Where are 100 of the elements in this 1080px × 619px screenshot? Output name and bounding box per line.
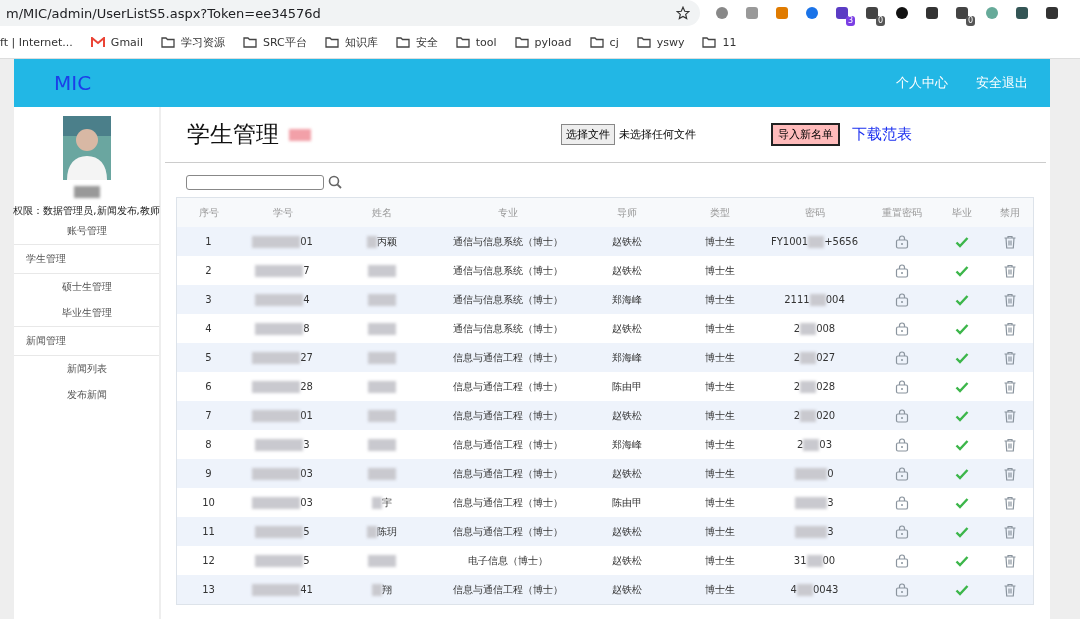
table-cell-text: 信息与通信工程（博士） — [451, 437, 564, 452]
table-cell-text: 博士生 — [704, 350, 736, 365]
bookmark-link[interactable]: ft | Internet... — [0, 35, 73, 49]
circle-icon[interactable] — [714, 5, 730, 21]
table-cell-text: 4 — [204, 323, 213, 334]
menu-item[interactable]: 毕业生管理 — [14, 300, 159, 326]
menu-group[interactable]: 新闻管理 — [14, 326, 159, 356]
bookmark-link[interactable]: Gmail — [90, 35, 143, 49]
lock-icon[interactable] — [895, 524, 909, 539]
table-cell: 00 — [822, 555, 836, 566]
bookmark-link[interactable]: cj — [589, 35, 619, 49]
check-icon[interactable] — [955, 408, 969, 423]
bookmark-link[interactable]: SRC平台 — [242, 34, 307, 50]
trash-icon[interactable] — [1002, 321, 1017, 336]
column-header: 密码 — [803, 205, 826, 220]
redaction-mark — [795, 467, 828, 480]
menu-item[interactable]: 硕士生管理 — [14, 274, 159, 300]
lock-icon[interactable] — [895, 582, 909, 597]
trash-icon[interactable] — [1002, 495, 1017, 510]
bookmark-link[interactable]: 知识库 — [324, 34, 378, 50]
check-icon[interactable] — [955, 379, 969, 394]
check-icon[interactable] — [955, 292, 969, 307]
trash-icon[interactable] — [1002, 437, 1017, 452]
table-cell-text: 通信与信息系统（博士） — [451, 234, 564, 249]
trash-icon[interactable] — [1002, 263, 1017, 278]
check-icon[interactable] — [955, 350, 969, 365]
check-icon[interactable] — [955, 582, 969, 597]
lock-icon[interactable] — [895, 350, 909, 365]
table-cell-text: 赵铁松 — [610, 321, 643, 336]
star-icon[interactable] — [676, 6, 690, 20]
redaction-mark — [255, 293, 304, 306]
table-cell-text: 10 — [201, 497, 216, 508]
lock-icon[interactable] — [895, 234, 909, 249]
lock-icon[interactable] — [895, 437, 909, 452]
trash-icon[interactable] — [1002, 350, 1017, 365]
trash-icon[interactable] — [1002, 379, 1017, 394]
table-cell-text: 博士生 — [704, 408, 736, 423]
check-icon[interactable] — [955, 524, 969, 539]
trash-icon[interactable] — [1002, 408, 1017, 423]
column-header: 类型 — [709, 205, 731, 220]
search-icon[interactable] — [328, 175, 342, 189]
redaction-mark — [809, 293, 826, 306]
table-cell-text: 11 — [201, 526, 216, 537]
redaction-mark — [252, 496, 301, 509]
check-icon[interactable] — [955, 437, 969, 452]
table-cell: 2111 — [784, 294, 810, 305]
redaction-mark — [252, 235, 301, 248]
lock-icon[interactable] — [895, 408, 909, 423]
check-icon[interactable] — [955, 321, 969, 336]
table-cell-text: 赵铁松 — [610, 263, 643, 278]
trash-icon[interactable] — [1002, 292, 1017, 307]
search-field[interactable] — [186, 174, 324, 190]
check-icon[interactable] — [955, 263, 969, 278]
redaction-mark — [795, 525, 828, 538]
choose-file-button[interactable]: 选择文件 — [561, 124, 615, 145]
bookmark-link[interactable]: 安全 — [395, 34, 438, 50]
check-icon[interactable] — [955, 553, 969, 568]
table-cell: 28 — [300, 381, 313, 392]
file-status: 未选择任何文件 — [619, 127, 696, 142]
trash-icon[interactable] — [1002, 234, 1017, 249]
download-link[interactable]: 下载范表 — [852, 125, 912, 144]
table-cell-text: 郑海峰 — [610, 350, 643, 365]
redaction-mark — [255, 322, 304, 335]
trash-icon[interactable] — [1002, 553, 1017, 568]
table-cell-text: 陈由甲 — [610, 379, 643, 394]
mail-icon — [90, 36, 105, 48]
redaction-mark — [252, 409, 301, 422]
table-cell-text: 赵铁松 — [610, 408, 643, 423]
menu-item[interactable]: 账号管理 — [14, 218, 159, 244]
menu-item[interactable]: 发布新闻 — [14, 382, 159, 408]
bookmark-link[interactable]: yswy — [636, 35, 685, 49]
lock-icon[interactable] — [895, 321, 909, 336]
menu-group[interactable]: 学生管理 — [14, 244, 159, 274]
trash-icon[interactable] — [1002, 524, 1017, 539]
trash-icon[interactable] — [1002, 582, 1017, 597]
check-icon[interactable] — [955, 234, 969, 249]
column-header: 序号 — [197, 205, 220, 220]
lock-icon[interactable] — [895, 466, 909, 481]
address-bar[interactable]: m/MIC/admin/UserListS5.aspx?Token=ee34576d — [0, 0, 700, 26]
column-header: 禁用 — [998, 205, 1021, 220]
bookmark-link[interactable]: 11 — [702, 35, 737, 49]
table-cell-text: 赵铁松 — [610, 234, 643, 249]
lock-icon[interactable] — [895, 495, 909, 510]
check-icon[interactable] — [955, 495, 969, 510]
bookmark-link[interactable]: tool — [455, 35, 497, 49]
table-cell-text: 博士生 — [704, 234, 736, 249]
table-cell: 2 — [793, 381, 801, 392]
lock-icon[interactable] — [895, 553, 909, 568]
bookmark-link[interactable]: 学习资源 — [160, 34, 225, 50]
bookmark-link[interactable]: pyload — [514, 35, 572, 49]
check-icon[interactable] — [955, 466, 969, 481]
trash-icon[interactable] — [1002, 466, 1017, 481]
table-cell: +5656 — [824, 236, 859, 247]
menu-item[interactable]: 新闻列表 — [14, 356, 159, 382]
column-header: 导师 — [615, 205, 638, 220]
lock-icon[interactable] — [895, 263, 909, 278]
lock-icon[interactable] — [895, 292, 909, 307]
redaction-mark — [255, 525, 304, 538]
lock-icon[interactable] — [895, 379, 909, 394]
import-button[interactable]: 导入新名单 — [771, 123, 840, 146]
